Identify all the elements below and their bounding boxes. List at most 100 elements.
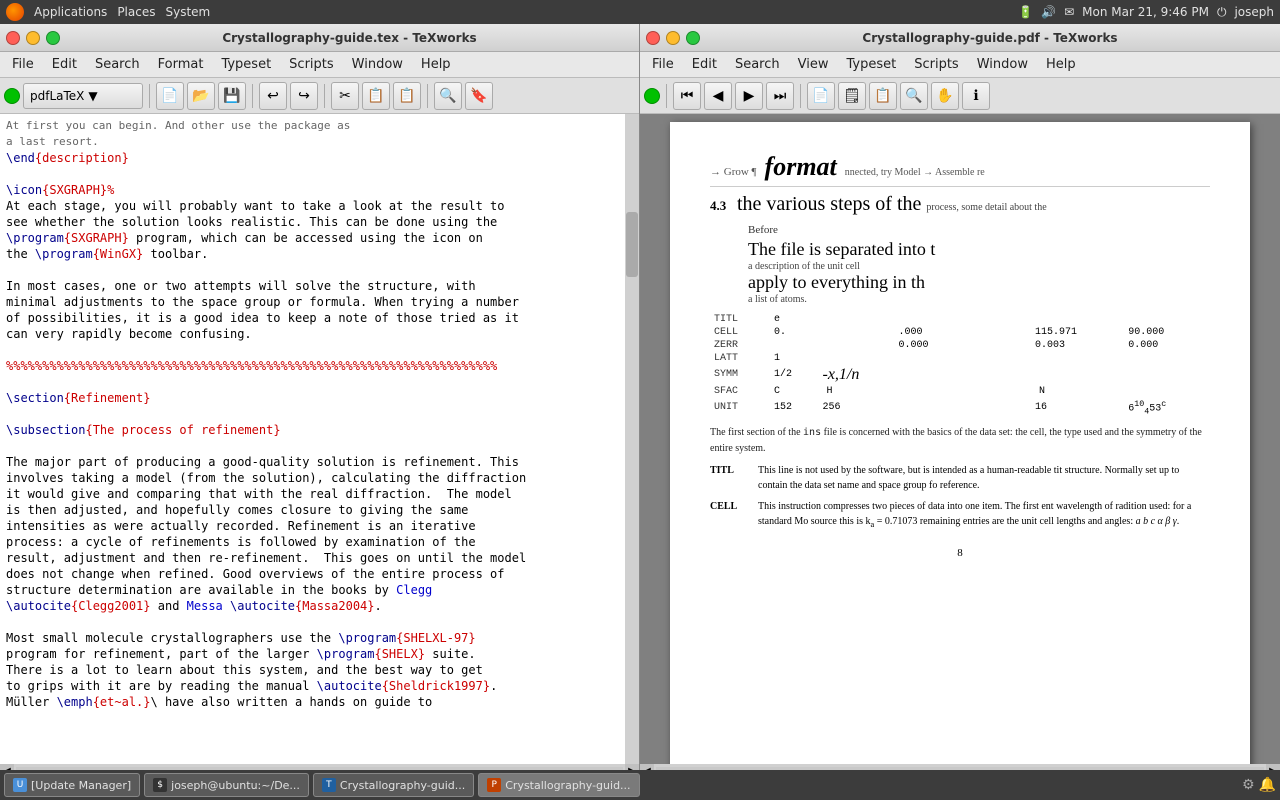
system-menu[interactable]: System	[165, 5, 210, 19]
taskbar-label-terminal: joseph@ubuntu:~/De...	[171, 779, 300, 792]
table-row: LATT 1	[710, 352, 1210, 365]
menu-help[interactable]: Help	[413, 55, 459, 74]
right-min-btn[interactable]	[666, 31, 680, 45]
pdf-entry-titl: TITL This line is not used by the softwa…	[710, 463, 1210, 493]
taskbar-item-tex[interactable]: T Crystallography-guid...	[313, 773, 474, 797]
tray-icon-2: 🔔	[1259, 777, 1276, 793]
menu-typeset[interactable]: Typeset	[213, 55, 279, 74]
typeset-dropdown-label: pdfLaTeX	[30, 89, 84, 103]
pdf-menu-edit[interactable]: Edit	[684, 55, 725, 74]
editor-line: \end{description}	[6, 150, 633, 166]
pdf-menu-window[interactable]: Window	[969, 55, 1036, 74]
taskbar-item-update[interactable]: U [Update Manager]	[4, 773, 140, 797]
editor-line: In most cases, one or two attempts will …	[6, 278, 633, 294]
editor-area[interactable]: At first you can begin. And other use th…	[0, 114, 639, 764]
pdf-last-page-btn[interactable]: ⏭	[766, 82, 794, 110]
paste-btn[interactable]: 📋	[393, 82, 421, 110]
editor-line: The major part of producing a good-quali…	[6, 454, 633, 470]
table-row: TITL e	[710, 313, 1210, 326]
editor-line	[6, 406, 633, 422]
left-title-bar: Crystallography-guide.tex - TeXworks	[0, 24, 639, 52]
editor-scrollbar-v[interactable]	[625, 114, 639, 764]
left-menu-bar: File Edit Search Format Typeset Scripts …	[0, 52, 639, 78]
table-row: CELL 0. .000 115.971 90.000	[710, 326, 1210, 339]
menu-scripts[interactable]: Scripts	[281, 55, 341, 74]
editor-line: \program{SXGRAPH} program, which can be …	[6, 230, 633, 246]
pdf-zoom-btn[interactable]: 🔍	[900, 82, 928, 110]
right-max-btn[interactable]	[686, 31, 700, 45]
menu-search[interactable]: Search	[87, 55, 148, 74]
pdf-menu-search[interactable]: Search	[727, 55, 788, 74]
pdf-run-btn[interactable]	[644, 88, 660, 104]
firefox-icon	[6, 3, 24, 21]
right-window-title: Crystallography-guide.pdf - TeXworks	[706, 31, 1274, 45]
table-row: UNIT 152 256 16 610453c	[710, 398, 1210, 417]
tag-btn[interactable]: 🔖	[465, 82, 493, 110]
toolbar-sep-3	[324, 84, 325, 108]
editor-scrollbar-thumb[interactable]	[626, 212, 638, 277]
editor-line: \autocite{Clegg2001} and Messa \autocite…	[6, 598, 633, 614]
editor-line: is then adjusted, and hopefully comes cl…	[6, 502, 633, 518]
left-max-btn[interactable]	[46, 31, 60, 45]
pdf-double-btn[interactable]: 📋	[869, 82, 897, 110]
editor-line	[6, 614, 633, 630]
toolbar-sep-1	[149, 84, 150, 108]
run-button[interactable]	[4, 88, 20, 104]
editor-line: the \program{WinGX} toolbar.	[6, 246, 633, 262]
pdf-next-page-btn[interactable]: ▶	[735, 82, 763, 110]
pdf-menu-file[interactable]: File	[644, 55, 682, 74]
toolbar-sep-2	[252, 84, 253, 108]
menu-window[interactable]: Window	[344, 55, 411, 74]
pdf-para1: Before The file is separated into ta des…	[748, 222, 1210, 305]
pdf-menu-scripts[interactable]: Scripts	[906, 55, 966, 74]
left-min-btn[interactable]	[26, 31, 40, 45]
taskbar-label-tex: Crystallography-guid...	[340, 779, 465, 792]
editor-line	[6, 374, 633, 390]
pdf-menu-help[interactable]: Help	[1038, 55, 1084, 74]
search-btn[interactable]: 🔍	[434, 82, 462, 110]
pdf-cell-label: CELL	[710, 499, 750, 531]
section-intro: the various steps of the	[737, 193, 926, 215]
pdf-hand-btn[interactable]: ✋	[931, 82, 959, 110]
undo-btn[interactable]: ↩	[259, 82, 287, 110]
right-title-bar: Crystallography-guide.pdf - TeXworks	[640, 24, 1280, 52]
places-menu[interactable]: Places	[117, 5, 155, 19]
pdf-prev-page-btn[interactable]: ◀	[704, 82, 732, 110]
editor-line	[6, 166, 633, 182]
menu-file[interactable]: File	[4, 55, 42, 74]
pdf-new-btn[interactable]: 📄	[807, 82, 835, 110]
pdf-menu-typeset[interactable]: Typeset	[838, 55, 904, 74]
menu-edit[interactable]: Edit	[44, 55, 85, 74]
pdf-menu-view[interactable]: View	[790, 55, 837, 74]
pdf-single-btn[interactable]: 🗒	[838, 82, 866, 110]
taskbar: U [Update Manager] $ joseph@ubuntu:~/De.…	[0, 770, 1280, 800]
toolbar-sep-4	[427, 84, 428, 108]
pdf-header-right: nnected, try Model → Assemble re	[845, 167, 985, 178]
editor-line	[6, 342, 633, 358]
editor-line: Müller \emph{et~al.}\ have also written …	[6, 694, 633, 710]
pdf-page: → Grow ¶ format nnected, try Model → Ass…	[670, 122, 1250, 764]
menu-format[interactable]: Format	[150, 55, 212, 74]
redo-btn[interactable]: ↪	[290, 82, 318, 110]
editor-line: does not change when refined. Good overv…	[6, 566, 633, 582]
pdf-info-btn[interactable]: ℹ	[962, 82, 990, 110]
cut-btn[interactable]: ✂	[331, 82, 359, 110]
copy-btn[interactable]: 📋	[362, 82, 390, 110]
apps-menu[interactable]: Applications	[34, 5, 107, 19]
pdf-toolbar-sep1	[666, 84, 667, 108]
new-btn[interactable]: 📄	[156, 82, 184, 110]
save-btn[interactable]: 💾	[218, 82, 246, 110]
update-icon: U	[13, 778, 27, 792]
pdf-icon: P	[487, 778, 501, 792]
left-toolbar: pdfLaTeX ▼ 📄 📂 💾 ↩ ↪ ✂ 📋 📋 🔍 🔖	[0, 78, 639, 114]
taskbar-item-terminal[interactable]: $ joseph@ubuntu:~/De...	[144, 773, 309, 797]
right-close-btn[interactable]	[646, 31, 660, 45]
taskbar-item-pdf[interactable]: P Crystallography-guid...	[478, 773, 639, 797]
mail-icon: ✉	[1064, 5, 1074, 19]
open-btn[interactable]: 📂	[187, 82, 215, 110]
editor-line: %%%%%%%%%%%%%%%%%%%%%%%%%%%%%%%%%%%%%%%%…	[6, 358, 633, 374]
pdf-first-page-btn[interactable]: ⏮	[673, 82, 701, 110]
left-close-btn[interactable]	[6, 31, 20, 45]
tray-icon-1: ⚙	[1242, 777, 1255, 793]
typeset-dropdown[interactable]: pdfLaTeX ▼	[23, 83, 143, 109]
